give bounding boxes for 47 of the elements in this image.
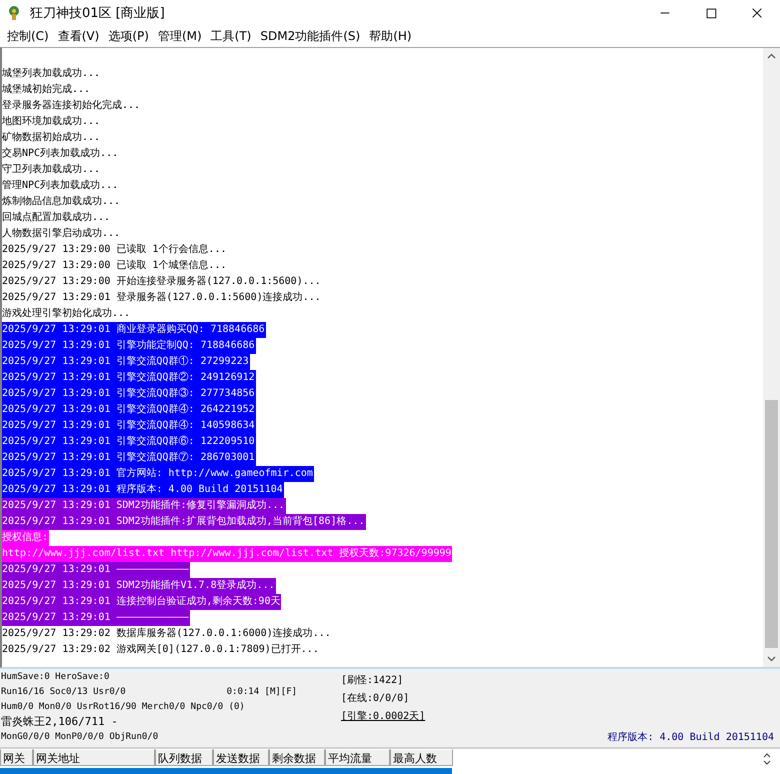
log-line: 2025/9/27 13:29:00 已读取 1个行会信息... (2, 242, 228, 257)
status-text: [刷怪:1422] (341, 674, 404, 688)
status-text: [在线:0/0/0] (341, 692, 410, 706)
spin-arrows-icon[interactable] (762, 752, 772, 766)
log-line: 人物数据引擎启动成功... (2, 226, 122, 241)
log-line: 回城点配置加载成功... (2, 210, 112, 225)
log-line: 游戏处理引擎初始化成功... (2, 306, 132, 321)
status-text: MonG0/0/0 MonP0/0/0 ObjRun0/0 (1, 732, 158, 742)
scroll-thumb[interactable] (765, 400, 778, 648)
log-line: 城堡列表加载成功... (2, 66, 102, 81)
menu-item[interactable]: 控制(C) (4, 28, 55, 45)
window-title: 狂刀神技01区 [商业版] (30, 5, 165, 22)
engine-link[interactable]: [引擎:0.0002天] (341, 708, 426, 726)
column-header[interactable]: 网关 (0, 749, 33, 766)
log-line: 守卫列表加载成功... (2, 162, 102, 177)
status-text: 雷炎蛛王2,106/711 - (1, 714, 118, 729)
status-text: HumSave:0 HeroSave:0 (1, 672, 110, 682)
menu-item[interactable]: 查看(V) (54, 28, 106, 45)
log-line: 管理NPC列表加载成功... (2, 178, 120, 193)
menu-item[interactable]: 管理(M) (154, 28, 208, 45)
column-header[interactable]: 发送数据 (213, 749, 269, 766)
log-line: 2025/9/27 13:29:00 开始连接登录服务器(127.0.0.1:5600)... (2, 274, 322, 289)
status-text: Hum0/0 Mon0/0 UsrRot16/90 Merch0/0 Npc0/0 (0) (1, 702, 245, 712)
log-line: 城堡城初始完成... (2, 82, 92, 97)
column-header[interactable]: 最高人数 (390, 749, 453, 766)
scrollbar[interactable] (763, 48, 780, 667)
status-text: Run16/16 Soc0/13 Usr0/0 (1, 686, 126, 696)
log-line: 2025/9/27 13:29:02 数据库服务器(127.0.0.1:6000)连接成功... (2, 626, 332, 641)
column-header[interactable]: 平均流量 (325, 749, 390, 766)
log-line: 2025/9/27 13:29:00 已读取 1个城堡信息... (2, 258, 228, 273)
column-header[interactable]: 队列数据 (155, 749, 213, 766)
column-header[interactable]: 网关地址 (33, 749, 155, 766)
menu-item[interactable]: 工具(T) (208, 28, 258, 45)
timer-text: 0:0:14 [M][F] (226, 686, 298, 696)
log-line: 交易NPC列表加载成功... (2, 146, 120, 161)
log-line: 2025/9/27 13:29:02 游戏网关[0](127.0.0.1:7809)已打开... (2, 642, 320, 657)
log-line: 2025/9/27 13:29:01 登录服务器(127.0.0.1:5600)连接成功... (2, 290, 322, 305)
menu-item[interactable]: 选项(P) (105, 28, 155, 45)
column-header[interactable]: 剩余数据 (269, 749, 325, 766)
menu-item[interactable]: 帮助(H) (366, 28, 418, 45)
log-line: 炼制物品信息加载成功... (2, 194, 122, 209)
log-line: 登录服务器连接初始化完成... (2, 98, 142, 113)
log-line: 矿物数据初始成功... (2, 130, 102, 145)
menu-item[interactable]: SDM2功能插件(S) (257, 28, 366, 45)
log-line: 地图环境加载成功... (2, 114, 102, 129)
version-label: 程序版本: 4.00 Build 20151104 (608, 730, 774, 744)
app-icon (6, 5, 22, 21)
